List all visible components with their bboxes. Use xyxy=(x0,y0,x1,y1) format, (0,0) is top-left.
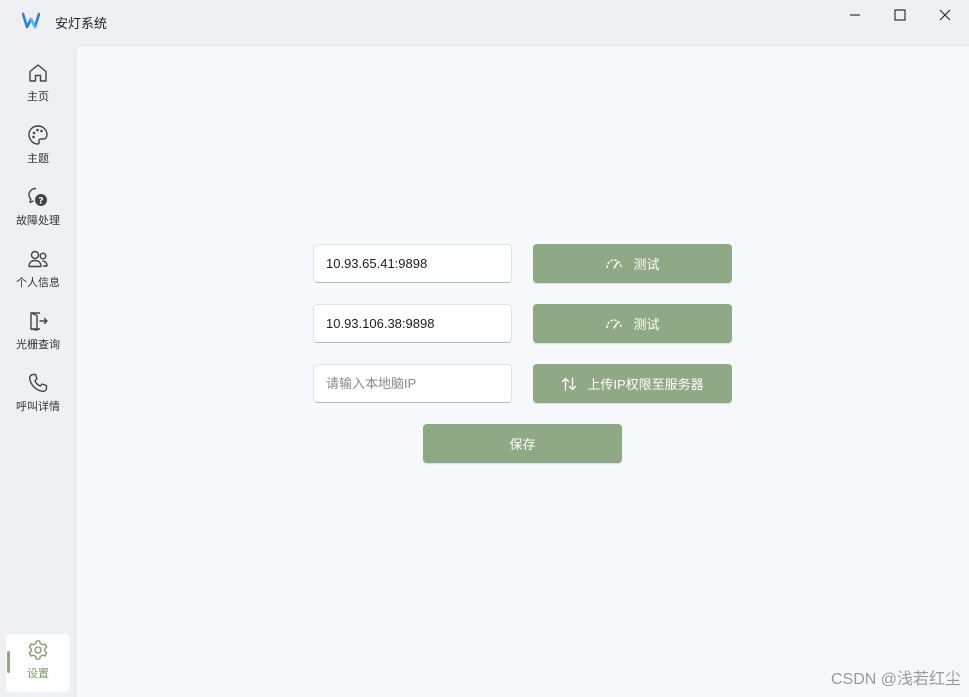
sidebar-item-label: 故障处理 xyxy=(16,215,60,227)
test-button-label: 测试 xyxy=(633,257,660,272)
sidebar-item-home[interactable]: 主页 xyxy=(6,57,70,115)
maximize-icon xyxy=(894,9,906,21)
sidebar-item-label: 主页 xyxy=(27,91,49,103)
arrow-up-down-icon xyxy=(561,376,577,391)
close-button[interactable] xyxy=(922,0,968,30)
sidebar-item-personal-info[interactable]: 个人信息 xyxy=(6,243,70,301)
close-icon xyxy=(939,9,951,21)
maximize-button[interactable] xyxy=(877,0,923,30)
active-indicator xyxy=(7,651,10,673)
save-button-label: 保存 xyxy=(509,437,536,452)
title-bar[interactable]: 安灯系统 xyxy=(0,0,969,45)
speedometer-icon xyxy=(605,258,623,270)
door-exit-icon xyxy=(26,309,50,333)
test-button-label: 测试 xyxy=(633,317,660,332)
sidebar-item-label: 光栅查询 xyxy=(16,339,60,351)
sidebar-item-label: 主题 xyxy=(27,153,49,165)
minimize-icon xyxy=(849,9,861,21)
settings-panel: 测试 测试 上传IP权限至服务器 保存 C xyxy=(75,45,969,697)
app-window: 安灯系统 主页 主题 ? 故障处理 个人信息 光栅查询 呼叫详情 设置 10.9… xyxy=(0,0,969,697)
local-ip-input[interactable] xyxy=(313,364,512,403)
sidebar-item-grating-query[interactable]: 光栅查询 xyxy=(6,305,70,363)
sidebar-item-settings[interactable]: 设置 xyxy=(6,634,70,692)
minimize-button[interactable] xyxy=(832,0,878,30)
sidebar-item-call-details[interactable]: 呼叫详情 xyxy=(6,367,70,425)
server-ip-input-2[interactable] xyxy=(313,304,512,343)
people-icon xyxy=(26,247,50,271)
sidebar: 主页 主题 ? 故障处理 个人信息 光栅查询 呼叫详情 设置 xyxy=(0,45,75,697)
sidebar-item-fault-handling[interactable]: ? 故障处理 xyxy=(6,181,70,239)
app-title: 安灯系统 xyxy=(55,16,108,31)
watermark: CSDN @浅若红尘 xyxy=(830,671,961,688)
svg-text:?: ? xyxy=(38,197,43,207)
sidebar-item-theme[interactable]: 主题 xyxy=(6,119,70,177)
sidebar-item-label: 呼叫详情 xyxy=(16,401,60,413)
app-logo-icon xyxy=(21,12,41,29)
server-ip-input-1[interactable] xyxy=(313,244,512,283)
gear-icon xyxy=(26,638,50,662)
upload-button-label: 上传IP权限至服务器 xyxy=(587,377,704,392)
sidebar-item-label: 设置 xyxy=(27,668,49,680)
upload-ip-permission-button[interactable]: 上传IP权限至服务器 xyxy=(533,364,732,403)
home-icon xyxy=(26,61,50,85)
phone-icon xyxy=(26,371,50,395)
palette-icon xyxy=(26,123,50,147)
test-button-1[interactable]: 测试 xyxy=(533,244,732,283)
sidebar-item-label: 个人信息 xyxy=(16,277,60,289)
test-button-2[interactable]: 测试 xyxy=(533,304,732,343)
speedometer-icon xyxy=(605,318,623,330)
chat-question-icon: ? xyxy=(26,185,50,209)
save-button[interactable]: 保存 xyxy=(423,424,622,463)
